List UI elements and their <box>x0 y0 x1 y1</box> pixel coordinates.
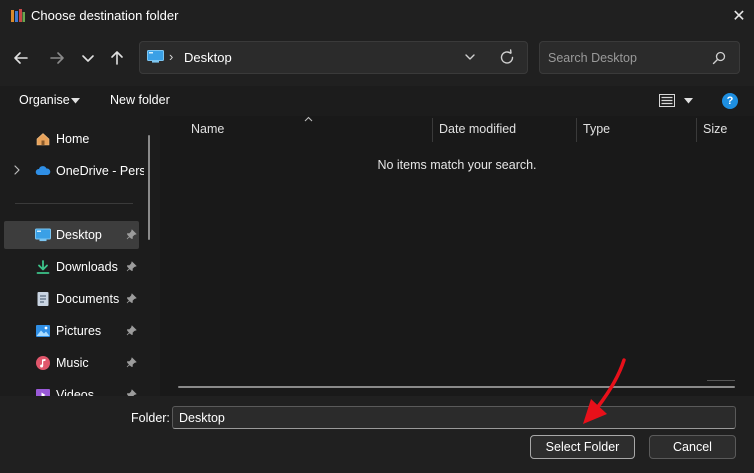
help-icon[interactable]: ? <box>722 93 738 109</box>
up-button[interactable] <box>105 46 129 70</box>
videos-icon <box>36 389 50 396</box>
recent-locations-chevron-down-icon[interactable] <box>76 46 100 70</box>
search-input[interactable] <box>539 41 740 74</box>
column-header-type[interactable]: Type <box>583 122 610 136</box>
sidebar-item-pictures[interactable]: Pictures <box>4 317 139 345</box>
column-divider[interactable] <box>576 118 577 142</box>
column-header-name[interactable]: Name <box>191 122 224 136</box>
refresh-icon[interactable] <box>497 48 517 68</box>
sidebar-item-label: Desktop <box>56 228 102 242</box>
pin-icon[interactable] <box>126 325 137 336</box>
annotation-arrow-icon <box>583 358 626 424</box>
organise-button[interactable]: Organise <box>19 93 70 107</box>
sidebar-item-label: Pictures <box>56 324 102 338</box>
view-list-icon[interactable] <box>659 94 675 107</box>
desktop-icon <box>147 50 164 63</box>
sidebar-item-desktop[interactable]: Desktop <box>4 221 139 249</box>
breadcrumb-separator: › <box>169 49 174 64</box>
sidebar-item-documents[interactable]: Documents <box>4 285 139 313</box>
pictures-icon <box>36 325 50 337</box>
sidebar-item-onedrive[interactable]: OneDrive - Perso <box>4 157 144 185</box>
search-icon <box>712 51 726 65</box>
pin-icon[interactable] <box>126 293 137 304</box>
pin-icon[interactable] <box>126 261 137 272</box>
back-button[interactable] <box>9 46 33 70</box>
select-folder-button[interactable]: Select Folder <box>530 435 635 459</box>
pin-icon[interactable] <box>126 229 137 240</box>
empty-state-message: No items match your search. <box>377 158 537 172</box>
sidebar-item-label: Videos <box>56 388 94 396</box>
column-header-size[interactable]: Size <box>703 122 727 136</box>
cancel-button[interactable]: Cancel <box>649 435 736 459</box>
download-icon <box>36 260 50 274</box>
sidebar-item-label: Downloads <box>56 260 118 274</box>
sidebar-item-label: Home <box>56 132 90 146</box>
sort-ascending-chevron-up-icon <box>304 116 313 122</box>
organise-caret-down-icon[interactable] <box>71 98 80 104</box>
window-title: Choose destination folder <box>31 8 179 23</box>
view-options-caret-down-icon[interactable] <box>684 98 693 104</box>
expand-chevron-right-icon[interactable] <box>12 165 22 175</box>
sidebar-item-downloads[interactable]: Downloads <box>4 253 139 281</box>
sidebar-divider <box>15 203 133 204</box>
music-icon <box>36 356 50 370</box>
folder-label: Folder: <box>131 411 170 425</box>
close-button[interactable]: ✕ <box>724 2 754 30</box>
sidebar-item-label: Music <box>56 356 89 370</box>
folder-name-field[interactable] <box>172 406 736 429</box>
onedrive-cloud-icon <box>35 166 51 175</box>
column-divider[interactable] <box>432 118 433 142</box>
breadcrumb-desktop[interactable]: Desktop <box>184 50 232 65</box>
horizontal-scrollbar[interactable] <box>178 386 735 388</box>
sidebar-item-label: OneDrive - Perso <box>56 164 144 178</box>
new-folder-button[interactable]: New folder <box>110 93 170 107</box>
desktop-icon <box>35 228 51 242</box>
sidebar-item-videos[interactable]: Videos <box>4 381 139 396</box>
horizontal-scroll-track <box>707 380 735 381</box>
documents-icon <box>37 292 49 306</box>
sidebar-item-label: Documents <box>56 292 120 306</box>
sidebar-item-music[interactable]: Music <box>4 349 139 377</box>
pin-icon[interactable] <box>126 357 137 368</box>
address-history-chevron-down-icon[interactable] <box>462 49 478 65</box>
forward-button[interactable] <box>45 46 69 70</box>
pin-icon[interactable] <box>126 389 137 396</box>
sidebar-item-home[interactable]: Home <box>4 125 139 153</box>
column-header-date-modified[interactable]: Date modified <box>439 122 516 136</box>
column-divider[interactable] <box>696 118 697 142</box>
app-books-icon <box>11 9 25 22</box>
home-icon <box>36 133 50 146</box>
sidebar-scrollbar[interactable] <box>148 135 150 240</box>
